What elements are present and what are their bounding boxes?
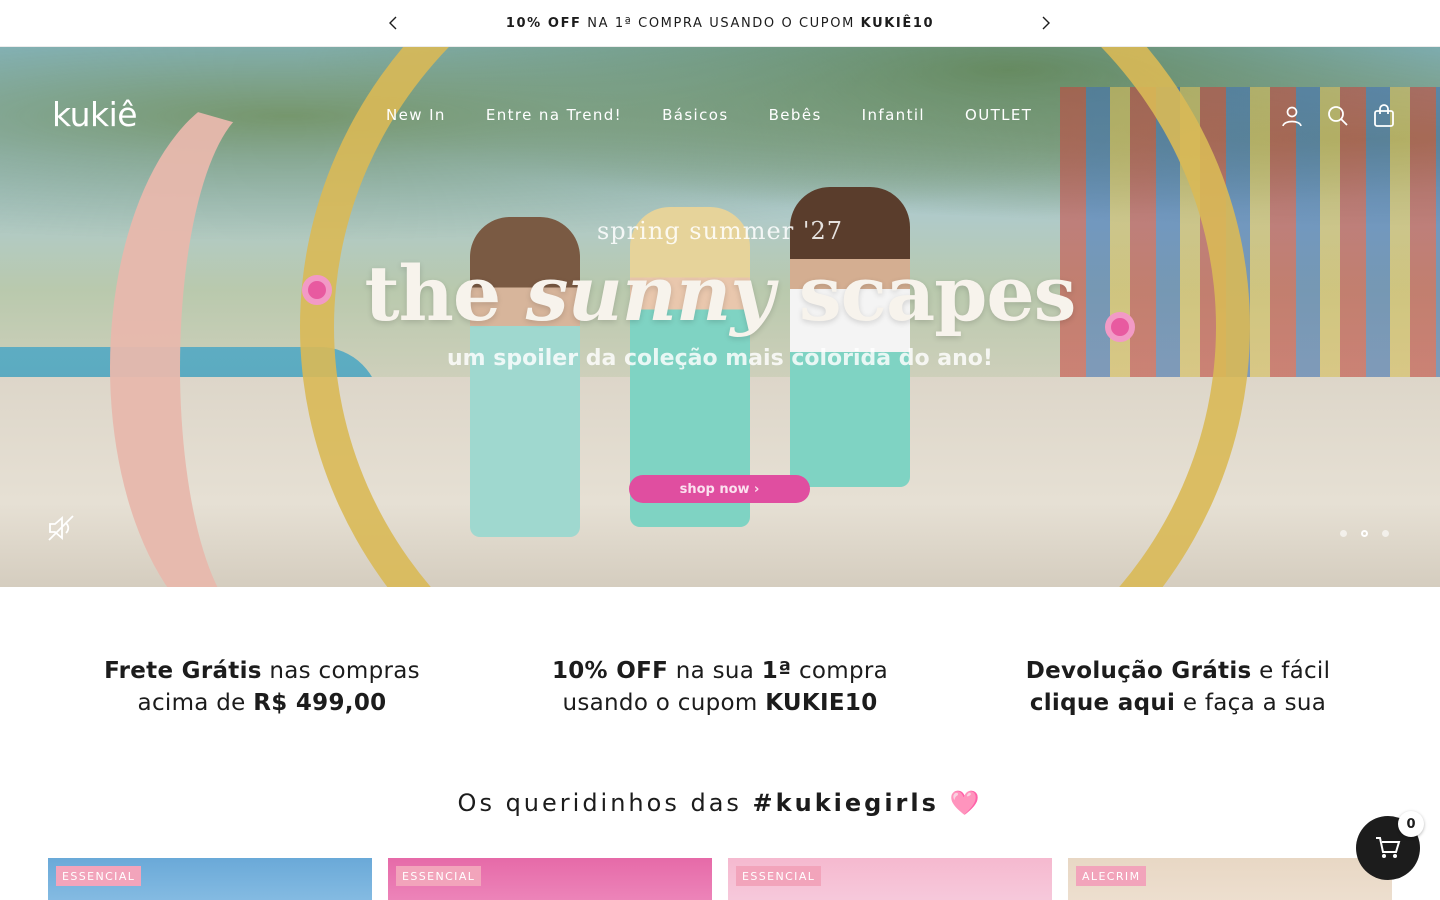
hero-copy: spring summer '27 the sunny scapes um sp…	[0, 217, 1440, 371]
benefit-free-returns[interactable]: Devolução Grátis e fácil clique aqui e f…	[963, 655, 1393, 719]
nav-infantil[interactable]: Infantil	[862, 106, 925, 124]
slide-dot[interactable]	[1382, 530, 1389, 537]
hero-slide-dots	[1340, 530, 1389, 537]
hero-kicker: spring summer '27	[596, 217, 843, 245]
nav-outlet[interactable]: OUTLET	[965, 106, 1032, 124]
announcement-bar: 10% OFF NA 1ª COMPRA USANDO O CUPOM KUKI…	[0, 0, 1440, 47]
speaker-muted-icon	[48, 515, 74, 541]
header-icons	[1280, 104, 1396, 128]
nav-new-in[interactable]: New In	[386, 106, 446, 124]
nav-bebes[interactable]: Bebês	[769, 106, 822, 124]
benefit-free-shipping: Frete Grátis nas compras acima de R$ 499…	[104, 658, 420, 716]
search-icon[interactable]	[1326, 104, 1350, 128]
heart-icon: 🩷	[949, 789, 983, 817]
section-title: Os queridinhos das #kukiegirls 🩷	[457, 789, 983, 817]
product-card[interactable]: ESSENCIAL	[388, 858, 712, 900]
cart-count-badge: 0	[1398, 811, 1424, 837]
returns-link[interactable]: clique aqui	[1030, 690, 1175, 716]
shop-now-button[interactable]: shop now ›	[629, 475, 810, 503]
benefit-first-purchase: 10% OFF na sua 1ª compra usando o cupom …	[551, 658, 889, 716]
brand-logo[interactable]: kukiê	[52, 95, 138, 134]
chevron-left-icon	[389, 16, 397, 30]
hero-subtitle: um spoiler da coleção mais colorida do a…	[447, 346, 993, 371]
account-icon[interactable]	[1280, 104, 1304, 128]
announcement-text: 10% OFF NA 1ª COMPRA USANDO O CUPOM KUKI…	[505, 15, 935, 31]
hero-title: the sunny scapes	[364, 249, 1077, 338]
bag-icon[interactable]	[1372, 104, 1396, 128]
product-card[interactable]: ALECRIM	[1068, 858, 1392, 900]
product-tag: ESSENCIAL	[396, 866, 482, 886]
cart-icon	[1376, 837, 1401, 858]
nav-entre-na-trend[interactable]: Entre na Trend!	[486, 106, 622, 124]
product-tag: ESSENCIAL	[56, 866, 142, 886]
main-nav: New In Entre na Trend! Básicos Bebês Inf…	[386, 106, 1072, 124]
product-tag: ESSENCIAL	[736, 866, 822, 886]
announcement-prev-button[interactable]	[382, 12, 404, 34]
product-card[interactable]: ESSENCIAL	[728, 858, 1052, 900]
product-tag: ALECRIM	[1076, 866, 1147, 886]
hero-banner[interactable]: spring summer '27 the sunny scapes um sp…	[0, 47, 1440, 587]
mute-video-button[interactable]	[46, 514, 76, 542]
product-card[interactable]: ESSENCIAL	[48, 858, 372, 900]
nav-basicos[interactable]: Básicos	[662, 106, 729, 124]
announcement-next-button[interactable]	[1035, 12, 1057, 34]
slide-dot[interactable]	[1340, 530, 1347, 537]
slide-dot-active[interactable]	[1361, 530, 1368, 537]
chevron-right-icon	[1042, 16, 1050, 30]
